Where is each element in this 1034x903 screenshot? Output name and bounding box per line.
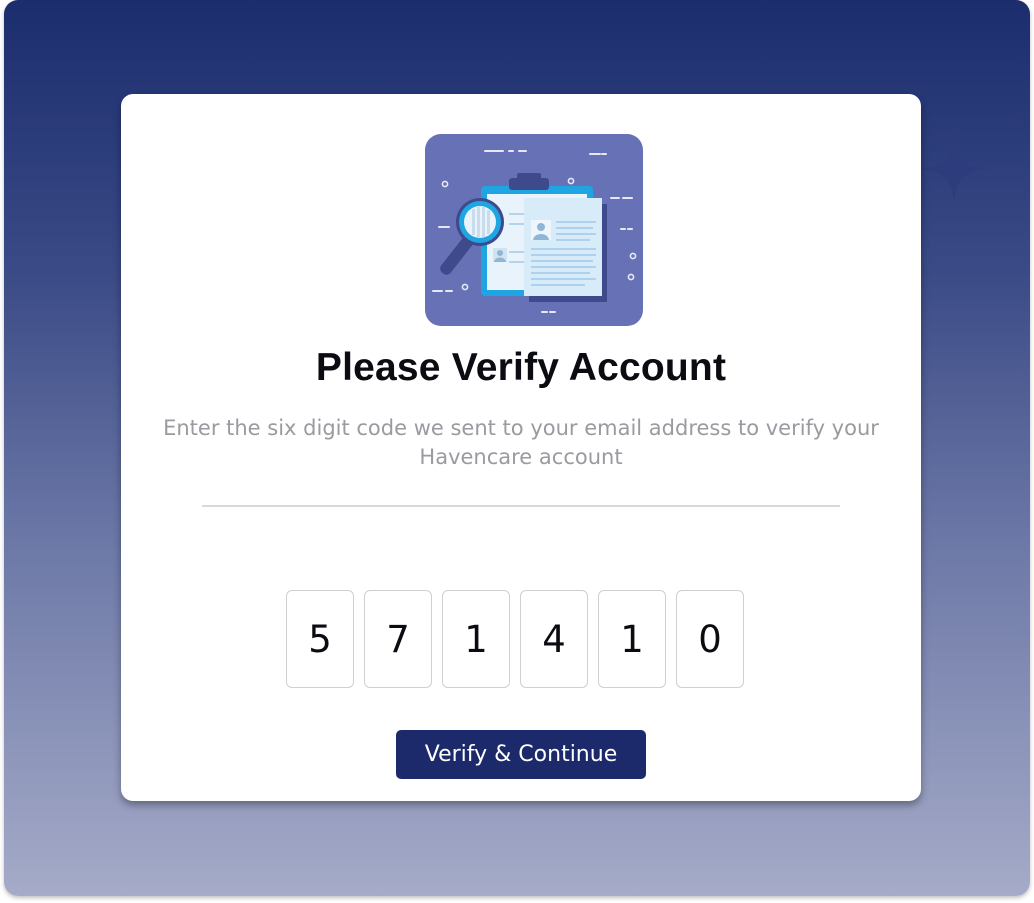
otp-digit-1[interactable]: 5	[286, 590, 354, 688]
document-search-icon	[432, 150, 637, 313]
otp-digit-5[interactable]: 1	[598, 590, 666, 688]
otp-digit-6[interactable]: 0	[676, 590, 744, 688]
document-search-illustration	[425, 134, 643, 326]
verify-continue-button[interactable]: Verify & Continue	[396, 730, 646, 779]
sparkle-icon	[920, 134, 988, 204]
page-title: Please Verify Account	[315, 346, 727, 389]
divider	[202, 505, 840, 507]
otp-digit-4[interactable]: 4	[520, 590, 588, 688]
verify-card: Please Verify Account Enter the six digi…	[121, 94, 921, 801]
otp-digit-3[interactable]: 1	[442, 590, 510, 688]
verification-screen: Please Verify Account Enter the six digi…	[4, 0, 1030, 896]
page-subtitle: Enter the six digit code we sent to your…	[163, 416, 879, 469]
otp-input-group: 5 7 1 4 1 0	[286, 590, 744, 688]
otp-digit-2[interactable]: 7	[364, 590, 432, 688]
